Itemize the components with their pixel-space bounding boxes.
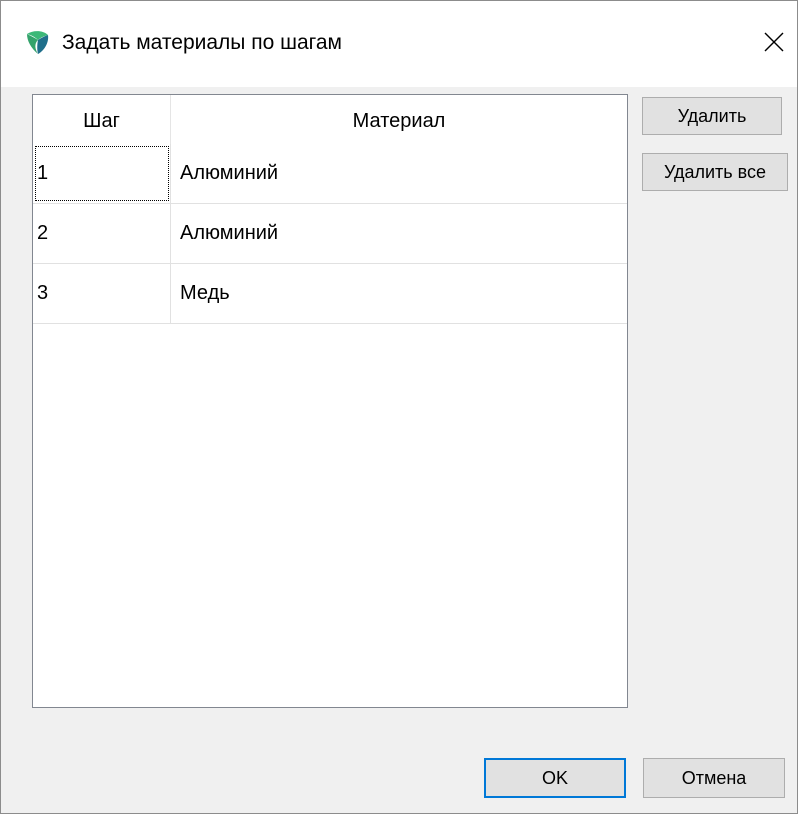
delete-all-button[interactable]: Удалить все xyxy=(642,153,788,191)
table-row[interactable]: 3 Медь xyxy=(33,264,627,324)
step-cell[interactable]: 2 xyxy=(33,204,171,263)
cancel-button[interactable]: Отмена xyxy=(643,758,785,798)
step-cell[interactable]: 1 xyxy=(33,144,171,203)
dialog-title: Задать материалы по шагам xyxy=(62,31,342,54)
column-header-step[interactable]: Шаг xyxy=(33,95,171,144)
table-header: Шаг Материал xyxy=(33,95,627,144)
close-button[interactable] xyxy=(752,25,796,63)
material-cell[interactable]: Медь xyxy=(171,264,627,323)
table-row[interactable]: 2 Алюминий xyxy=(33,204,627,264)
title-bar: Задать материалы по шагам xyxy=(1,1,797,87)
delete-button[interactable]: Удалить xyxy=(642,97,782,135)
column-header-material[interactable]: Материал xyxy=(171,95,627,144)
step-cell[interactable]: 3 xyxy=(33,264,171,323)
material-cell[interactable]: Алюминий xyxy=(171,144,627,203)
materials-table[interactable]: Шаг Материал 1 Алюминий 2 Алюминий 3 Мед… xyxy=(32,94,628,708)
dialog-window: Задать материалы по шагам Шаг Материал 1… xyxy=(0,0,798,814)
close-icon[interactable] xyxy=(764,32,784,57)
ok-button[interactable]: OK xyxy=(484,758,626,798)
app-logo-icon xyxy=(23,28,51,56)
material-cell[interactable]: Алюминий xyxy=(171,204,627,263)
table-row[interactable]: 1 Алюминий xyxy=(33,144,627,204)
